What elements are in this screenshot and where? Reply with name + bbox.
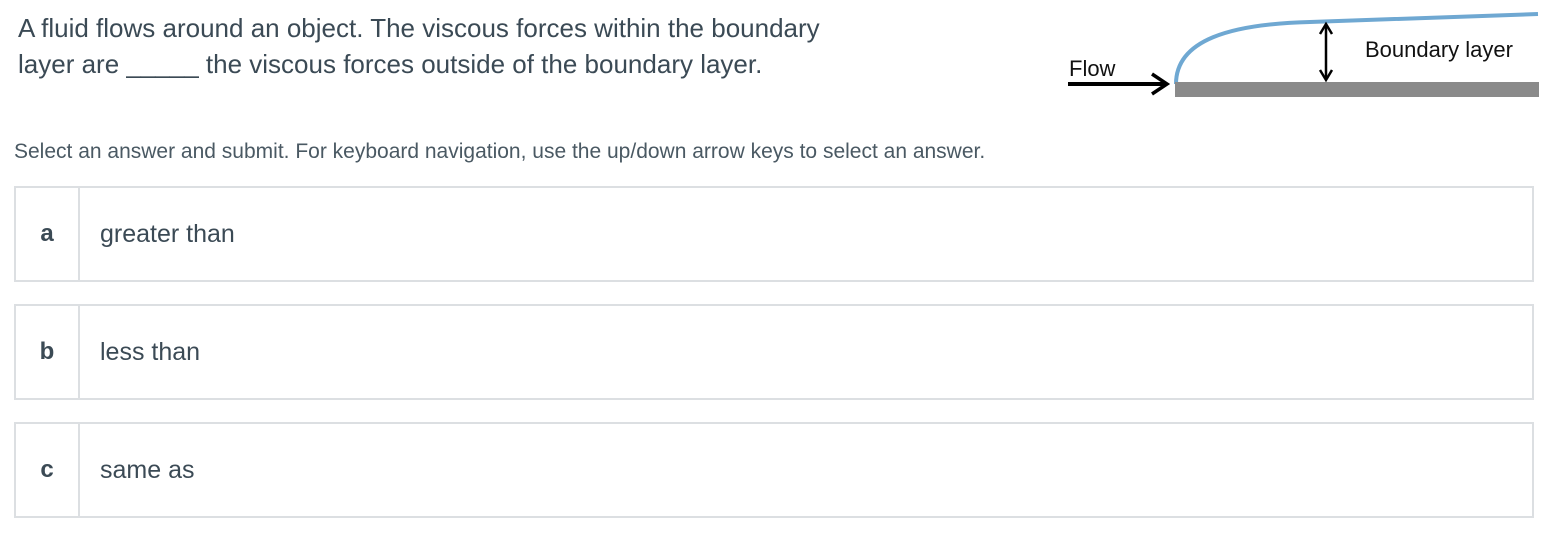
answer-choices: a greater than b less than c same as — [14, 186, 1534, 540]
choice-letter: a — [16, 188, 80, 280]
answer-choice-a[interactable]: a greater than — [14, 186, 1534, 282]
question-text: A fluid flows around an object. The visc… — [18, 13, 820, 79]
boundary-layer-label: Boundary layer — [1365, 37, 1513, 62]
answer-choice-b[interactable]: b less than — [14, 304, 1534, 400]
choice-text: less than — [100, 337, 201, 366]
answer-choice-c[interactable]: c same as — [14, 422, 1534, 518]
flow-label: Flow — [1069, 56, 1116, 81]
choice-text: greater than — [100, 219, 235, 248]
flat-plate — [1175, 82, 1539, 97]
choice-letter: c — [16, 424, 80, 516]
choice-letter: b — [16, 306, 80, 398]
boundary-layer-diagram: Flow Boundary layer — [1060, 0, 1552, 110]
choice-text: same as — [100, 455, 195, 484]
instructions-text: Select an answer and submit. For keyboar… — [14, 140, 986, 163]
